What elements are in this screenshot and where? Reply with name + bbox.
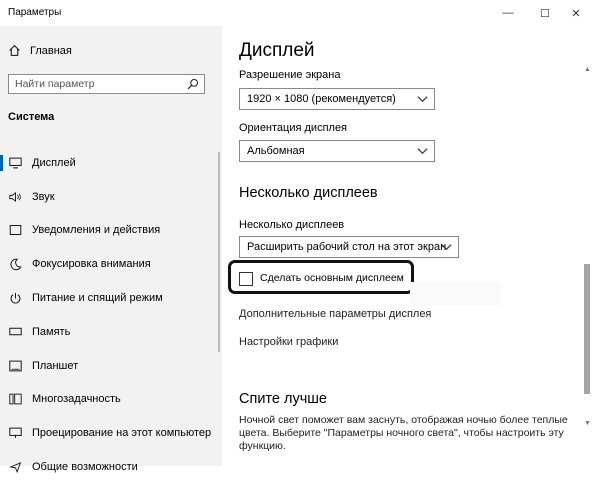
monitor-icon	[8, 156, 22, 170]
storage-icon	[8, 325, 22, 339]
page-title: Дисплей	[239, 40, 315, 61]
sidebar-item-notifications[interactable]: Уведомления и действия	[0, 214, 222, 248]
sidebar-scrollbar[interactable]	[218, 152, 220, 352]
multitasking-icon	[8, 392, 22, 406]
sidebar-item-display[interactable]: Дисплей	[0, 146, 222, 180]
home-icon	[9, 44, 20, 56]
sidebar: Главная Система Дисплей Звук Уведомления…	[0, 26, 222, 474]
close-icon: ✕	[571, 7, 581, 20]
close-button[interactable]: ✕	[559, 0, 593, 26]
sidebar-item-label: Память	[32, 325, 71, 338]
resolution-value: 1920 × 1080 (рекомендуется)	[247, 93, 396, 105]
resolution-dropdown[interactable]: 1920 × 1080 (рекомендуется)	[239, 88, 435, 110]
sidebar-item-power[interactable]: Питание и спящий режим	[0, 281, 222, 315]
nav-list: Дисплей Звук Уведомления и действия Фоку…	[0, 146, 222, 484]
sidebar-item-label: Фокусировка внимания	[32, 258, 151, 271]
scroll-up-icon[interactable]: ▲	[582, 66, 593, 73]
scrollbar-thumb[interactable]	[584, 264, 590, 394]
maximize-button[interactable]: ☐	[528, 0, 562, 26]
graphics-settings-link[interactable]: Настройки графики	[239, 336, 338, 348]
make-main-display-checkbox[interactable]	[239, 272, 253, 286]
search-icon[interactable]	[187, 78, 199, 90]
multi-display-value: Расширить рабочий стол на этот экран	[247, 241, 447, 253]
multi-display-heading: Несколько дисплеев	[239, 185, 378, 201]
multi-display-dropdown[interactable]: Расширить рабочий стол на этот экран	[239, 236, 459, 258]
sidebar-item-focus-assist[interactable]: Фокусировка внимания	[0, 247, 222, 281]
sidebar-item-label: Питание и спящий режим	[32, 292, 163, 305]
sidebar-item-label: Звук	[32, 190, 55, 203]
orientation-dropdown[interactable]: Альбомная	[239, 140, 435, 162]
nav-home-label: Главная	[30, 44, 72, 57]
power-icon	[8, 291, 22, 305]
resolution-label: Разрешение экрана	[239, 69, 341, 81]
maximize-icon: ☐	[540, 7, 550, 20]
sidebar-item-tablet[interactable]: Планшет	[0, 349, 222, 383]
search-input[interactable]	[15, 77, 175, 91]
sidebar-item-projection[interactable]: Проецирование на этот компьютер	[0, 416, 222, 450]
chevron-down-icon	[417, 96, 428, 103]
notification-icon	[8, 223, 22, 237]
sidebar-item-label: Уведомления и действия	[32, 224, 161, 237]
sidebar-item-label: Дисплей	[32, 156, 76, 169]
sidebar-item-label: Многозадачность	[32, 393, 121, 406]
sidebar-item-label: Проецирование на этот компьютер	[32, 427, 212, 440]
shared-icon	[8, 460, 22, 474]
multi-display-label: Несколько дисплеев	[239, 219, 345, 231]
orientation-value: Альбомная	[247, 145, 305, 157]
main-content: Дисплей Разрешение экрана 1920 × 1080 (р…	[222, 26, 593, 466]
sidebar-item-label: Общие возможности	[32, 461, 138, 474]
sleep-better-heading: Спите лучше	[239, 391, 327, 407]
scroll-down-icon[interactable]: ▼	[582, 420, 593, 427]
sidebar-item-multitasking[interactable]: Многозадачность	[0, 383, 222, 417]
window-title: Параметры	[8, 7, 62, 18]
advanced-display-link[interactable]: Дополнительные параметры дисплея	[239, 308, 431, 320]
night-light-description: Ночной свет поможет вам заснуть, отображ…	[239, 414, 568, 452]
speaker-icon	[8, 190, 22, 204]
projection-icon	[8, 426, 22, 440]
sidebar-item-shared-experiences[interactable]: Общие возможности	[0, 450, 222, 484]
faded-region	[410, 282, 500, 306]
nav-home[interactable]: Главная	[8, 44, 72, 57]
sidebar-item-sound[interactable]: Звук	[0, 180, 222, 214]
make-main-display-label[interactable]: Сделать основным дисплеем	[260, 272, 404, 284]
minimize-button[interactable]: —	[491, 0, 525, 26]
title-bar: Параметры — ☐ ✕	[0, 0, 593, 26]
orientation-label: Ориентация дисплея	[239, 122, 348, 134]
section-title: Система	[8, 111, 55, 123]
chevron-down-icon	[441, 244, 452, 251]
moon-icon	[8, 257, 22, 271]
minimize-icon: —	[502, 7, 514, 19]
search-box[interactable]	[8, 74, 205, 94]
chevron-down-icon	[417, 148, 428, 155]
tablet-icon	[8, 359, 22, 373]
sidebar-item-storage[interactable]: Память	[0, 315, 222, 349]
sidebar-item-label: Планшет	[32, 359, 79, 372]
